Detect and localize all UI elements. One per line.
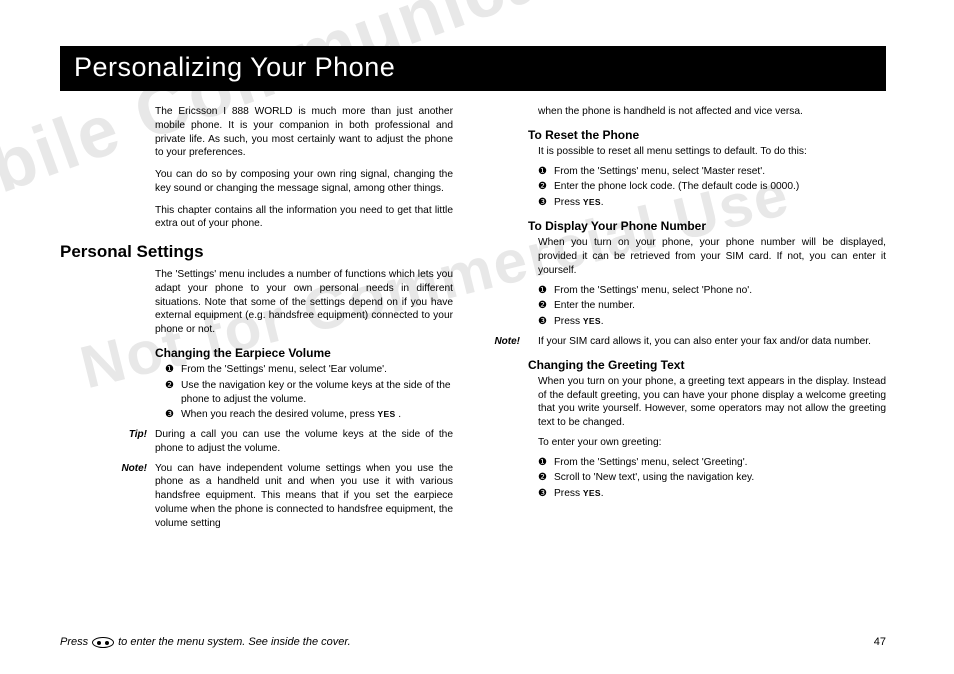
step-num-icon: ❶ (538, 284, 547, 298)
step-num-icon: ❸ (538, 487, 547, 501)
step-text: Scroll to 'New text', using the navigati… (554, 472, 754, 483)
step-text: Use the navigation key or the volume key… (181, 380, 451, 405)
steps-greeting: ❶ From the 'Settings' menu, select 'Greet… (538, 456, 886, 501)
display-desc: When you turn on your phone, your phone … (538, 236, 886, 277)
step-text: Enter the number. (554, 300, 635, 311)
section-heading: Personal Settings (60, 241, 453, 264)
sub-heading-greeting: Changing the Greeting Text (528, 357, 886, 373)
intro-para: You can do so by composing your own ring… (155, 168, 453, 196)
steps-reset: ❶ From the 'Settings' menu, select 'Maste… (538, 165, 886, 210)
step-num-icon: ❷ (538, 180, 547, 194)
step-num-icon: ❸ (538, 315, 547, 329)
section-desc: The 'Settings' menu includes a number of… (155, 268, 453, 337)
note-text: If your SIM card allows it, you can also… (538, 335, 886, 349)
step-text: Enter the phone lock code. (The default … (554, 181, 799, 192)
step-text: Press YES. (554, 197, 604, 208)
step-text: When you reach the desired volume, press… (181, 409, 401, 420)
sub-heading-reset: To Reset the Phone (528, 127, 886, 143)
footer-text-left: Press (60, 636, 88, 648)
tip-text: During a call you can use the volume key… (155, 428, 453, 456)
reset-desc: It is possible to reset all menu setting… (538, 145, 886, 159)
step-num-icon: ❷ (538, 299, 547, 313)
continued-text: when the phone is handheld is not affect… (538, 105, 886, 119)
steps-earpiece: ❶ From the 'Settings' menu, select 'Ear v… (165, 363, 453, 422)
sub-heading-earpiece: Changing the Earpiece Volume (155, 345, 453, 361)
page-title: Personalizing Your Phone (60, 46, 886, 91)
greeting-desc2: To enter your own greeting: (538, 436, 886, 450)
step-text: From the 'Settings' menu, select 'Greeti… (554, 457, 748, 468)
step-text: Press YES. (554, 316, 604, 327)
step-num-icon: ❸ (165, 408, 174, 422)
note-label: Note! (493, 335, 528, 349)
step-text: From the 'Settings' menu, select 'Phone … (554, 285, 752, 296)
step-num-icon: ❷ (538, 471, 547, 485)
step-text: Press YES. (554, 488, 604, 499)
steps-display: ❶ From the 'Settings' menu, select 'Phone… (538, 284, 886, 329)
step-num-icon: ❶ (538, 165, 547, 179)
note-text: You can have independent volume settings… (155, 462, 453, 531)
step-text: From the 'Settings' menu, select 'Master… (554, 166, 765, 177)
sub-heading-display-number: To Display Your Phone Number (528, 218, 886, 234)
step-num-icon: ❷ (165, 379, 174, 393)
step-num-icon: ❶ (165, 363, 174, 377)
menu-button-icon (92, 637, 114, 648)
tip-label: Tip! (60, 428, 155, 442)
greeting-desc: When you turn on your phone, a greeting … (538, 375, 886, 430)
intro-para: The Ericsson I 888 WORLD is much more th… (155, 105, 453, 160)
step-num-icon: ❸ (538, 196, 547, 210)
page-footer: Press to enter the menu system. See insi… (60, 636, 886, 648)
step-text: From the 'Settings' menu, select 'Ear vo… (181, 364, 387, 375)
step-num-icon: ❶ (538, 456, 547, 470)
footer-text-right: to enter the menu system. See inside the… (118, 636, 351, 648)
page-number: 47 (874, 636, 886, 648)
note-label: Note! (60, 462, 155, 476)
intro-para: This chapter contains all the informatio… (155, 204, 453, 232)
